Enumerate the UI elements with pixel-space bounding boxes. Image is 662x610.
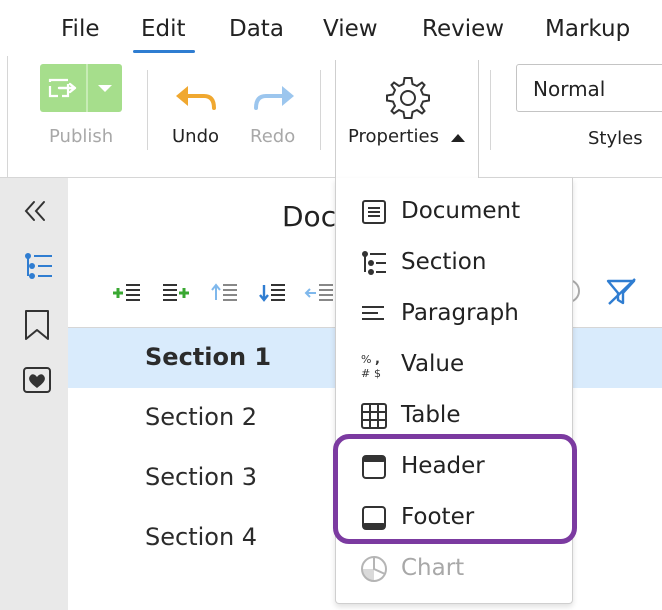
active-tab-indicator <box>133 50 195 53</box>
svg-text:$: $ <box>374 367 381 379</box>
move-section-up-icon[interactable] <box>208 280 242 306</box>
ribbon-border <box>7 56 8 178</box>
menu-item-label: Value <box>401 351 465 377</box>
ribbon-separator <box>320 70 321 150</box>
undo-label[interactable]: Undo <box>172 126 219 147</box>
document-title: Doc <box>282 200 337 233</box>
add-section-before-icon[interactable] <box>110 280 144 306</box>
publish-label: Publish <box>49 126 114 147</box>
bookmark-icon[interactable] <box>18 308 58 342</box>
menu-data[interactable]: Data <box>229 16 284 42</box>
outdent-section-icon[interactable] <box>302 280 336 306</box>
menu-item-section[interactable]: Section <box>336 237 572 288</box>
gear-icon <box>386 77 430 119</box>
svg-text:%: % <box>361 353 371 366</box>
caret-up-icon <box>451 134 465 142</box>
ribbon-separator <box>147 70 148 150</box>
section-item-3[interactable]: Section 3 <box>145 463 257 491</box>
section-item-2[interactable]: Section 2 <box>145 403 257 431</box>
navigation-rail <box>8 178 68 610</box>
ribbon-separator <box>490 70 491 150</box>
document-icon <box>362 200 386 224</box>
collapse-double-chevron-icon[interactable] <box>18 196 58 226</box>
menu-review[interactable]: Review <box>422 16 504 42</box>
table-icon <box>361 403 387 429</box>
menu-item-label: Section <box>401 249 487 275</box>
menu-edit[interactable]: Edit <box>141 16 186 42</box>
paragraph-icon <box>362 306 384 320</box>
redo-label: Redo <box>250 126 296 147</box>
publish-button[interactable] <box>40 64 122 112</box>
properties-label[interactable]: Properties <box>348 126 439 147</box>
redo-icon <box>254 86 294 110</box>
section-icon <box>362 251 386 275</box>
menu-item-document[interactable]: Document <box>336 186 572 237</box>
section-item-4[interactable]: Section 4 <box>145 523 257 551</box>
chart-icon <box>361 556 387 582</box>
styles-value: Normal <box>533 77 606 101</box>
menu-item-label: Table <box>401 402 461 428</box>
menu-item-label: Document <box>401 198 521 224</box>
properties-tab[interactable]: Properties <box>335 60 479 184</box>
menu-item-label: Paragraph <box>401 300 519 326</box>
menu-bar: File Edit Data View Review Markup <box>0 0 662 56</box>
section-item-1[interactable]: Section 1 <box>145 343 271 371</box>
undo-icon[interactable] <box>172 76 222 116</box>
outline-list-icon[interactable] <box>18 250 58 284</box>
menu-item-label: Chart <box>401 555 465 581</box>
menu-item-chart: Chart <box>336 543 572 594</box>
menu-item-paragraph[interactable]: Paragraph <box>336 288 572 339</box>
favorite-heart-icon[interactable] <box>18 364 58 400</box>
publish-split-divider <box>86 64 88 112</box>
filter-icon[interactable] <box>605 277 639 307</box>
add-section-after-icon[interactable] <box>160 280 194 306</box>
menu-view[interactable]: View <box>323 16 378 42</box>
move-section-down-icon[interactable] <box>256 280 290 306</box>
highlight-outline <box>333 434 577 544</box>
svg-text:,: , <box>375 352 380 367</box>
publish-icon <box>48 78 77 98</box>
svg-text:#: # <box>361 367 370 379</box>
chevron-down-icon[interactable] <box>88 64 122 112</box>
styles-label: Styles <box>588 128 643 149</box>
menu-markup[interactable]: Markup <box>545 16 630 42</box>
menu-file[interactable]: File <box>61 16 100 42</box>
value-icon: % , # $ <box>361 352 381 379</box>
menu-item-value[interactable]: % , # $ Value <box>336 339 572 390</box>
left-strip <box>0 178 8 610</box>
